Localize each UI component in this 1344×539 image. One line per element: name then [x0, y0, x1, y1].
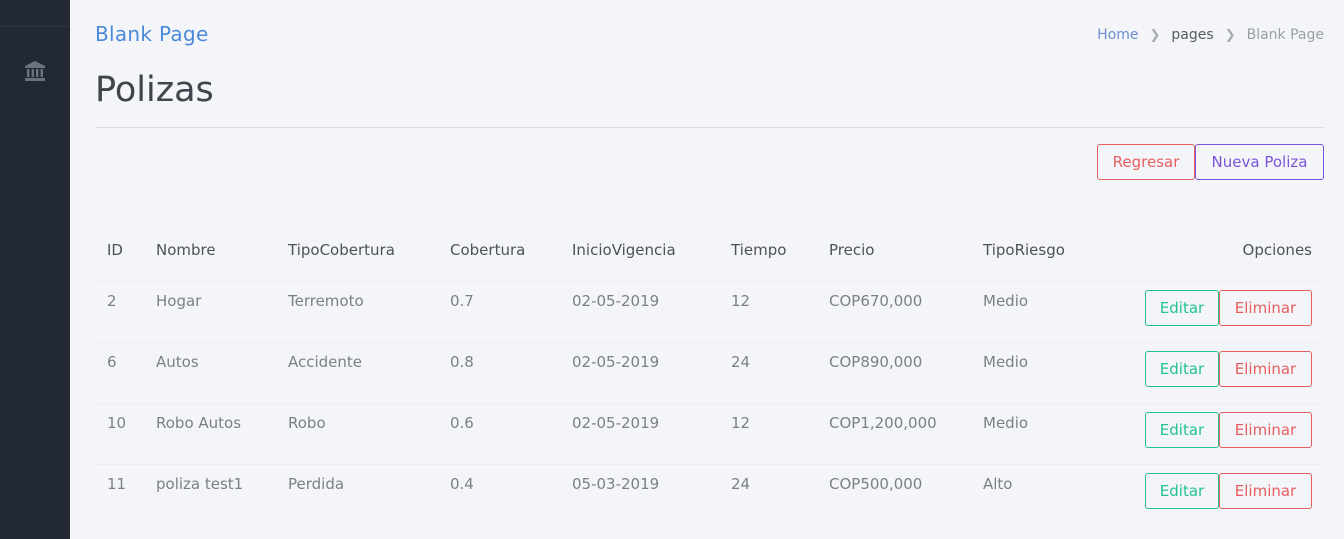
- cell-tipo-cobertura: Accidente: [276, 341, 438, 403]
- delete-button[interactable]: Eliminar: [1219, 411, 1312, 448]
- chevron-right-icon: ❯: [1224, 27, 1236, 43]
- cell-opciones: Editar Eliminar: [1111, 402, 1324, 464]
- cell-cobertura: 0.7: [438, 280, 560, 342]
- header-title: Blank Page: [95, 22, 209, 46]
- column-header-precio: Precio: [829, 241, 875, 260]
- delete-button[interactable]: Eliminar: [1219, 350, 1312, 387]
- cell-tipo-riesgo: Medio: [971, 280, 1111, 342]
- delete-button[interactable]: Eliminar: [1219, 472, 1312, 509]
- table-row: 11 poliza test1 Perdida 0.4 05-03-2019 2…: [95, 463, 1324, 525]
- table-row: 6 Autos Accidente 0.8 02-05-2019 24 COP8…: [95, 341, 1324, 403]
- edit-button[interactable]: Editar: [1145, 350, 1219, 387]
- bank-icon[interactable]: [24, 60, 46, 82]
- column-header-inicio-vigencia: InicioVigencia: [572, 241, 676, 260]
- cell-tipo-cobertura: Terremoto: [276, 280, 438, 342]
- chevron-right-icon: ❯: [1149, 27, 1161, 43]
- delete-button[interactable]: Eliminar: [1219, 289, 1312, 326]
- table-row: 2 Hogar Terremoto 0.7 02-05-2019 12 COP6…: [95, 280, 1324, 342]
- cell-nombre: Hogar: [144, 280, 276, 342]
- cell-tiempo: 24: [719, 463, 817, 525]
- cell-tiempo: 12: [719, 402, 817, 464]
- cell-opciones: Editar Eliminar: [1111, 280, 1324, 342]
- cell-nombre: Robo Autos: [144, 402, 276, 464]
- main-content: Blank Page Home ❯ pages ❯ Blank Page Pol…: [70, 0, 1344, 539]
- cell-inicio-vigencia: 02-05-2019: [560, 402, 719, 464]
- column-header-id: ID: [107, 241, 123, 260]
- column-header-nombre: Nombre: [156, 241, 216, 260]
- policies-table: ID Nombre TipoCobertura Cobertura Inicio…: [95, 220, 1324, 525]
- cell-precio: COP670,000: [817, 280, 971, 342]
- edit-button[interactable]: Editar: [1145, 411, 1219, 448]
- cell-precio: COP890,000: [817, 341, 971, 403]
- breadcrumb-current: Blank Page: [1246, 27, 1324, 43]
- column-header-opciones: Opciones: [1242, 241, 1312, 260]
- cell-tipo-riesgo: Alto: [971, 463, 1111, 525]
- cell-cobertura: 0.4: [438, 463, 560, 525]
- column-header-tiempo: Tiempo: [731, 241, 787, 260]
- sidebar: [0, 0, 70, 539]
- cell-nombre: Autos: [144, 341, 276, 403]
- cell-inicio-vigencia: 05-03-2019: [560, 463, 719, 525]
- cell-precio: COP1,200,000: [817, 402, 971, 464]
- cell-id: 2: [95, 280, 144, 342]
- cell-precio: COP500,000: [817, 463, 971, 525]
- new-policy-button[interactable]: Nueva Poliza: [1195, 144, 1324, 180]
- cell-inicio-vigencia: 02-05-2019: [560, 341, 719, 403]
- cell-cobertura: 0.8: [438, 341, 560, 403]
- table-row: 10 Robo Autos Robo 0.6 02-05-2019 12 COP…: [95, 402, 1324, 464]
- cell-inicio-vigencia: 02-05-2019: [560, 280, 719, 342]
- cell-tiempo: 12: [719, 280, 817, 342]
- breadcrumb-pages[interactable]: pages: [1171, 27, 1213, 43]
- breadcrumb-home[interactable]: Home: [1097, 27, 1138, 43]
- cell-tiempo: 24: [719, 341, 817, 403]
- cell-tipo-cobertura: Robo: [276, 402, 438, 464]
- cell-id: 11: [95, 463, 144, 525]
- cell-id: 10: [95, 402, 144, 464]
- cell-nombre: poliza test1: [144, 463, 276, 525]
- breadcrumb: Home ❯ pages ❯ Blank Page: [1097, 27, 1324, 43]
- cell-opciones: Editar Eliminar: [1111, 341, 1324, 403]
- cell-tipo-riesgo: Medio: [971, 341, 1111, 403]
- cell-tipo-cobertura: Perdida: [276, 463, 438, 525]
- back-button[interactable]: Regresar: [1097, 144, 1195, 180]
- cell-opciones: Editar Eliminar: [1111, 463, 1324, 525]
- sidebar-divider: [0, 26, 70, 27]
- cell-tipo-riesgo: Medio: [971, 402, 1111, 464]
- header-divider: [95, 127, 1324, 128]
- cell-id: 6: [95, 341, 144, 403]
- column-header-tipo-riesgo: TipoRiesgo: [983, 241, 1065, 260]
- cell-cobertura: 0.6: [438, 402, 560, 464]
- page-title: Polizas: [95, 70, 214, 110]
- edit-button[interactable]: Editar: [1145, 289, 1219, 326]
- column-header-cobertura: Cobertura: [450, 241, 526, 260]
- edit-button[interactable]: Editar: [1145, 472, 1219, 509]
- table-header-row: ID Nombre TipoCobertura Cobertura Inicio…: [95, 220, 1324, 281]
- column-header-tipo-cobertura: TipoCobertura: [288, 241, 395, 260]
